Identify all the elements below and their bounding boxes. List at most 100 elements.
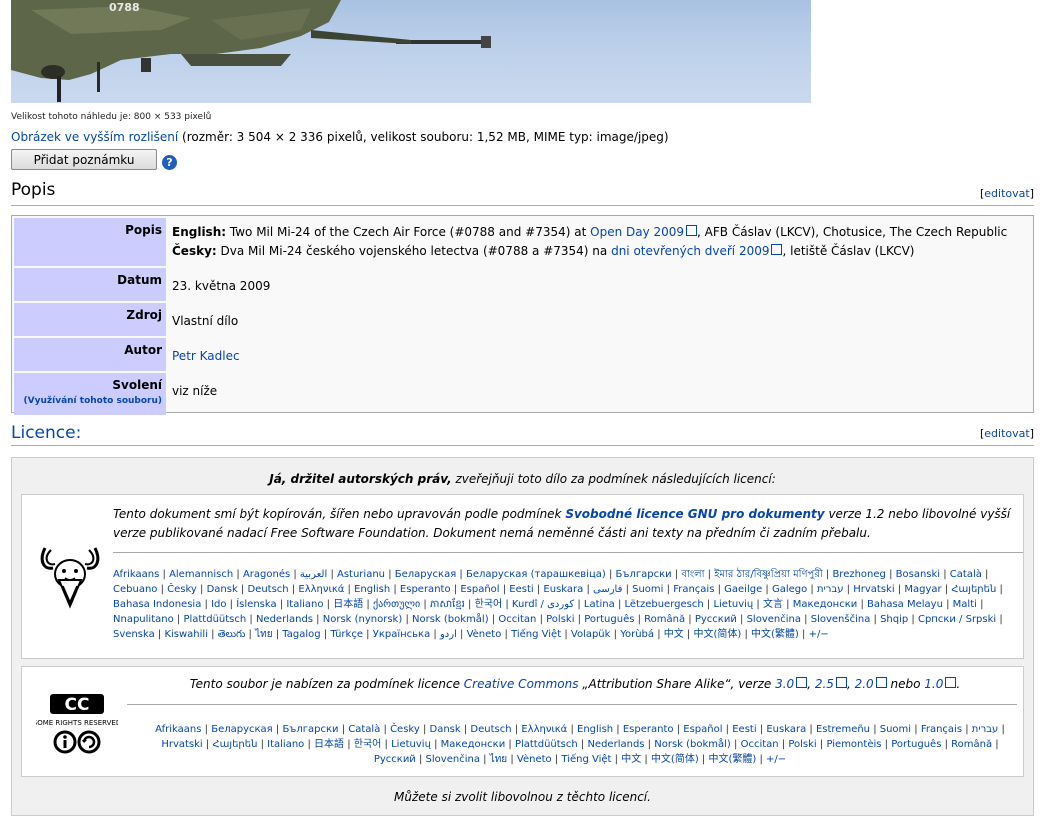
language-link[interactable]: Česky [167, 584, 197, 595]
language-link[interactable]: Lietuvių [391, 739, 431, 750]
language-link[interactable]: Español [460, 584, 499, 595]
popis-edit-link[interactable]: editovat [984, 187, 1029, 200]
language-link[interactable]: Euskara [766, 724, 806, 735]
language-link[interactable]: Français [673, 584, 714, 595]
language-link[interactable]: Bahasa Melayu [867, 599, 943, 610]
language-link[interactable]: Suomi [880, 724, 911, 735]
language-link[interactable]: తెలుగు [218, 629, 246, 640]
language-link[interactable]: Norsk (nynorsk) [323, 614, 403, 625]
language-link[interactable]: ইমার ঠার/বিষ্ণুপ্রিয়া মণিপুরী [714, 569, 822, 580]
language-link[interactable]: Malti [953, 599, 977, 610]
language-link[interactable]: Nnapulitano [113, 614, 174, 625]
language-link[interactable]: +/− [766, 754, 786, 765]
language-link[interactable]: Български [616, 569, 672, 580]
language-link[interactable]: Македонски [441, 739, 506, 750]
language-link[interactable]: اردو [440, 629, 457, 640]
language-link[interactable]: Volapük [571, 629, 611, 640]
language-link[interactable]: Lietuvių [713, 599, 753, 610]
language-link[interactable]: Română [644, 614, 685, 625]
language-link[interactable]: Slovenčina [426, 754, 480, 765]
language-link[interactable]: Vèneto [517, 754, 552, 765]
language-link[interactable]: Plattdüütsch [183, 614, 246, 625]
language-link[interactable]: Afrikaans [113, 569, 159, 580]
language-link[interactable]: Deutsch [247, 584, 288, 595]
language-link[interactable]: Русский [374, 754, 416, 765]
language-link[interactable]: Español [683, 724, 722, 735]
language-link[interactable]: 中文(繁體) [708, 754, 756, 765]
language-link[interactable]: العربية [300, 569, 327, 580]
cc-version-link[interactable]: 3.0 [775, 677, 807, 691]
language-link[interactable]: Italiano [286, 599, 323, 610]
language-link[interactable]: 文言 [763, 599, 783, 610]
language-link[interactable]: Ελληνικά [298, 584, 344, 595]
language-link[interactable]: Hrvatski [853, 584, 894, 595]
language-link[interactable]: 中文 [621, 754, 641, 765]
language-link[interactable]: Català [348, 724, 380, 735]
language-link[interactable]: Estremeñu [816, 724, 870, 735]
language-link[interactable]: 한국어 [475, 599, 503, 610]
language-link[interactable]: Հայերեն [951, 584, 996, 595]
language-link[interactable]: Esperanto [623, 724, 674, 735]
language-link[interactable]: Français [921, 724, 962, 735]
language-link[interactable]: Occitan [498, 614, 536, 625]
language-link[interactable]: 한국어 [354, 739, 382, 750]
language-link[interactable]: Gaeilge [724, 584, 762, 595]
language-link[interactable]: ไทย [490, 754, 507, 765]
language-link[interactable]: Tagalog [282, 629, 320, 640]
language-link[interactable]: Galego [772, 584, 807, 595]
language-link[interactable]: Беларуская (тарашкевіца) [466, 569, 606, 580]
language-link[interactable]: Беларуская [211, 724, 272, 735]
language-link[interactable]: Slovenščina [811, 614, 871, 625]
language-link[interactable]: Română [951, 739, 992, 750]
language-link[interactable]: Vèneto [467, 629, 502, 640]
language-link[interactable]: Português [891, 739, 941, 750]
add-note-button[interactable]: Přidat poznámku [11, 149, 157, 170]
help-icon[interactable]: ? [162, 155, 177, 170]
language-link[interactable]: Македонски [793, 599, 858, 610]
language-link[interactable]: English [354, 584, 390, 595]
language-link[interactable]: Piemontèis [826, 739, 881, 750]
language-link[interactable]: Tiếng Việt [511, 629, 561, 640]
language-link[interactable]: Tiếng Việt [561, 754, 611, 765]
language-link[interactable]: Polski [546, 614, 574, 625]
language-link[interactable]: ქართული [373, 599, 420, 610]
language-link[interactable]: Norsk (bokmål) [412, 614, 489, 625]
language-link[interactable]: Српски / Srpski [918, 614, 996, 625]
language-link[interactable]: Plattdüütsch [515, 739, 578, 750]
helicopter-photo[interactable]: 0788 [11, 0, 811, 103]
full-resolution-link[interactable]: Obrázek ve vyšším rozlišení [11, 130, 178, 144]
language-link[interactable]: English [577, 724, 613, 735]
language-link[interactable]: Shqip [880, 614, 908, 625]
open-day-link[interactable]: Open Day 2009 [590, 225, 697, 239]
language-link[interactable]: ភាសាខ្មែរ [430, 599, 465, 610]
language-link[interactable]: Latina [584, 599, 615, 610]
language-link[interactable]: Svenska [113, 629, 155, 640]
gfdl-link[interactable]: Svobodné licence GNU pro dokumenty [565, 507, 824, 521]
language-link[interactable]: Беларуская [395, 569, 456, 580]
language-link[interactable]: עברית [972, 724, 999, 735]
language-link[interactable]: Nederlands [587, 739, 644, 750]
language-link[interactable]: 日本語 [333, 599, 363, 610]
language-link[interactable]: Català [950, 569, 982, 580]
licence-edit-link[interactable]: editovat [984, 427, 1029, 440]
language-link[interactable]: Eesti [732, 724, 756, 735]
language-link[interactable]: বাংলা [681, 569, 704, 580]
language-link[interactable]: Ελληνικά [521, 724, 567, 735]
language-link[interactable]: עברית [817, 584, 844, 595]
language-link[interactable]: Hrvatski [161, 739, 202, 750]
language-link[interactable]: Yorùbá [620, 629, 654, 640]
language-link[interactable]: Eesti [509, 584, 533, 595]
language-link[interactable]: فارسی [593, 584, 622, 595]
cc-link[interactable]: Creative Commons [464, 677, 579, 691]
language-link[interactable]: Português [584, 614, 634, 625]
language-link[interactable]: Kiswahili [164, 629, 208, 640]
language-link[interactable]: Asturianu [337, 569, 385, 580]
cc-version-link[interactable]: 2.5 [815, 677, 847, 691]
language-link[interactable]: Polski [788, 739, 816, 750]
language-link[interactable]: Occitan [741, 739, 779, 750]
language-link[interactable]: Íslenska [236, 599, 276, 610]
language-link[interactable]: Українська [373, 629, 431, 640]
language-link[interactable]: Italiano [267, 739, 304, 750]
cc-version-link[interactable]: 1.0 [924, 677, 956, 691]
language-link[interactable]: 中文(简体) [693, 629, 741, 640]
